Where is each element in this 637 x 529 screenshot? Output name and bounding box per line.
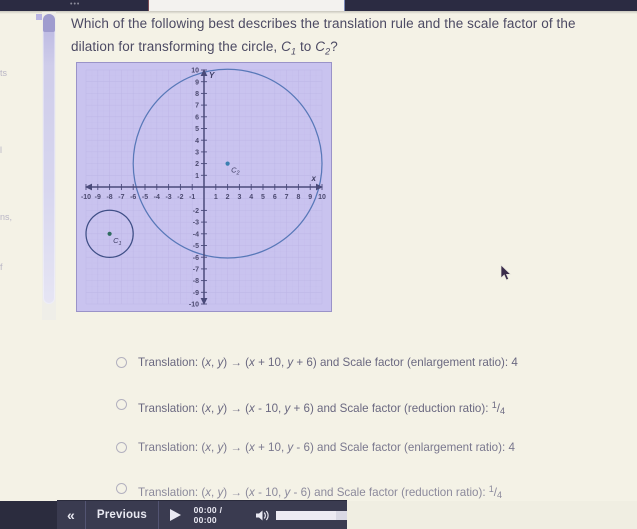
svg-text:-7: -7 [193,267,199,274]
svg-text:7: 7 [195,103,199,110]
svg-text:5: 5 [261,194,265,201]
svg-text:-7: -7 [118,194,124,201]
question-line-2-prefix: dilation for transforming the circle, [71,39,282,54]
svg-text:8: 8 [296,194,300,201]
svg-text:-6: -6 [193,255,199,262]
svg-text:9: 9 [308,194,312,201]
svg-text:-9: -9 [95,194,101,201]
svg-text:3: 3 [237,194,241,201]
answer-option-b-text: Translation: (x, y) → (x - 10, y + 6) an… [138,394,505,422]
svg-text:-5: -5 [193,243,199,250]
answer-option-b[interactable]: Translation: (x, y) → (x - 10, y + 6) an… [116,394,616,416]
svg-text:1: 1 [195,173,199,180]
svg-text:-10: -10 [81,194,91,201]
volume-slider-fill [275,510,336,520]
media-player-toolbar: « Previous 00:00 / 00:00 [57,501,347,529]
play-icon [169,509,181,521]
player-left-filler [0,501,57,529]
svg-text:6: 6 [273,194,277,201]
svg-text:10: 10 [318,194,326,201]
question-line-2-end: ? [330,39,338,54]
circle-c2-ref: C2 [315,39,331,57]
svg-text:-3: -3 [193,220,199,227]
background-text-fragment: ns, [0,212,13,222]
svg-text:-6: -6 [130,194,136,201]
graph-svg: C1C2-10 -9 -8 -7 -6 -5 -4 -3 -2 -1 1 2 3 4 5 6 7 8 9 101098… [81,68,326,309]
svg-text:-9: -9 [193,290,199,297]
screenshot-root: ••• ts l ns, f Which of the following be… [0,0,637,529]
radio-option-c[interactable] [116,442,127,453]
question-prompt: Which of the following best describes th… [71,12,631,64]
svg-text:-8: -8 [106,194,112,201]
answer-option-a[interactable]: Translation: (x, y) → (x + 10, y + 6) an… [116,352,616,374]
browser-active-tab[interactable] [148,0,345,11]
svg-text:7: 7 [285,194,289,201]
answer-option-c-text: Translation: (x, y) → (x + 10, y - 6) an… [138,441,515,454]
volume-slider[interactable] [275,510,347,520]
svg-text:2: 2 [226,194,230,201]
background-text-fragment: ts [0,68,8,78]
answer-option-a-text: Translation: (x, y) → (x + 10, y + 6) an… [138,356,518,369]
svg-text:-1: -1 [189,194,195,201]
radio-option-d[interactable] [116,483,127,494]
answer-option-d[interactable]: Translation: (x, y) → (x - 10, y - 6) an… [116,478,616,500]
svg-text:4: 4 [249,194,253,201]
svg-text:C1: C1 [113,236,121,247]
svg-text:6: 6 [195,114,199,121]
scale-factor-value-c: 4 [508,441,515,454]
svg-text:3: 3 [195,150,199,157]
svg-text:2: 2 [195,161,199,168]
svg-text:-4: -4 [154,194,160,201]
svg-text:x: x [311,174,317,183]
answer-option-c[interactable]: Translation: (x, y) → (x + 10, y - 6) an… [116,437,616,459]
player-time-display: 00:00 / 00:00 [192,505,246,525]
current-time: 00:00 [193,505,217,515]
content-scrollbar-thumb-cap[interactable] [43,14,55,32]
svg-text:Y: Y [209,71,215,80]
player-right-filler [347,501,637,529]
svg-text:-10: -10 [189,302,199,309]
time-separator: / [219,505,223,515]
browser-chrome-bar: ••• [0,0,637,11]
svg-text:4: 4 [195,138,199,145]
svg-text:-2: -2 [193,208,199,215]
mouse-cursor [500,264,512,281]
svg-text:9: 9 [195,79,199,86]
circle-c1-ref: C1 [281,39,297,57]
previous-button[interactable]: Previous [86,501,160,529]
svg-text:5: 5 [195,126,199,133]
svg-text:-5: -5 [142,194,148,201]
rewind-all-button[interactable]: « [57,501,86,529]
radio-option-a[interactable] [116,357,127,368]
background-text-fragment: l [0,145,2,155]
volume-control[interactable] [246,509,276,522]
svg-text:-2: -2 [177,194,183,201]
content-scrollbar-thumb[interactable] [43,14,55,304]
total-time: 00:00 [193,515,217,525]
svg-text:C2: C2 [231,166,239,177]
question-line-2-mid: to [296,39,316,54]
svg-text:-8: -8 [193,278,199,285]
background-text-fragment: f [0,262,3,272]
svg-text:1: 1 [214,194,218,201]
scale-factor-fraction-b: 1/4 [491,400,505,416]
coordinate-plane-graph: C1 C2 -10 -9 -8 -7 -6 -5 -4 -3 -2 -1 1 2 3 4 5 6 7 8 9 10 10 9 8… [76,62,332,312]
radio-option-b[interactable] [116,399,127,410]
svg-text:-4: -4 [193,231,199,238]
svg-text:8: 8 [195,91,199,98]
question-line-1: Which of the following best describes th… [71,16,576,31]
browser-menu-dots[interactable]: ••• [70,1,80,9]
scale-factor-value-a: 4 [511,356,518,369]
play-button[interactable] [159,501,192,529]
svg-text:10: 10 [191,68,199,75]
svg-text:-3: -3 [165,194,171,201]
speaker-icon[interactable] [255,509,270,522]
